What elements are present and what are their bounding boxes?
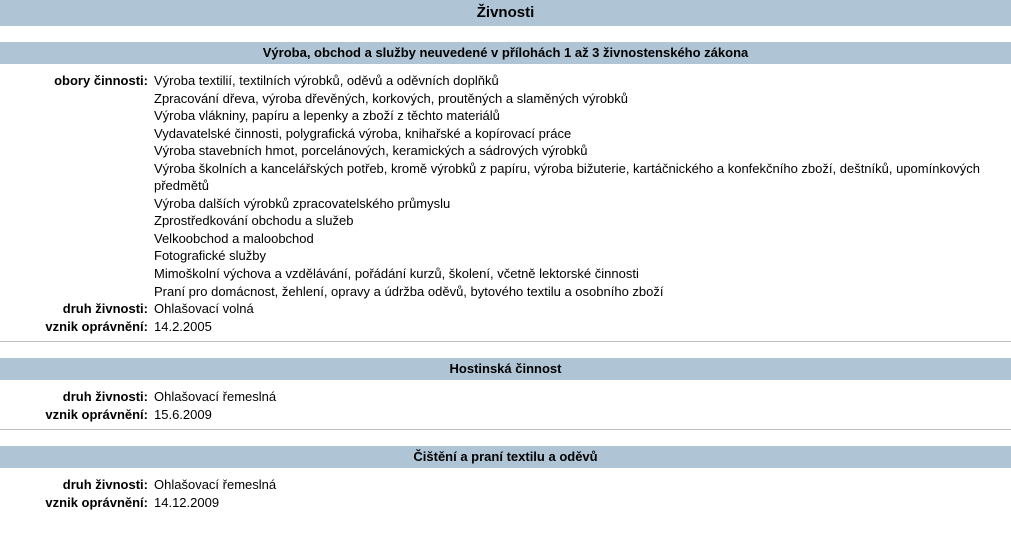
section-block: druh živnosti: Ohlašovací řemeslná vznik… — [0, 380, 1011, 430]
page-container: Živnosti Výroba, obchod a služby neuvede… — [0, 0, 1011, 517]
activity-item: Výroba stavebních hmot, porcelánových, k… — [154, 142, 1003, 160]
value-vznik: 15.6.2009 — [154, 406, 1011, 424]
spacer — [0, 430, 1011, 446]
value-druh: Ohlašovací volná — [154, 300, 1011, 318]
activity-item: Výroba vlákniny, papíru a lepenky a zbož… — [154, 107, 1003, 125]
activity-item: Fotografické služby — [154, 247, 1003, 265]
activity-item: Zpracování dřeva, výroba dřevěných, kork… — [154, 90, 1003, 108]
label-druh: druh živnosti: — [0, 300, 154, 318]
spacer — [0, 26, 1011, 42]
label-vznik: vznik oprávnění: — [0, 318, 154, 336]
section-block: obory činnosti: Výroba textilií, textiln… — [0, 64, 1011, 342]
activity-item: Mimoškolní výchova a vzdělávání, pořádán… — [154, 265, 1003, 283]
row-druh: druh živnosti: Ohlašovací volná — [0, 300, 1011, 318]
label-obory: obory činnosti: — [0, 72, 154, 90]
section-block: druh živnosti: Ohlašovací řemeslná vznik… — [0, 468, 1011, 517]
row-vznik: vznik oprávnění: 14.2.2005 — [0, 318, 1011, 336]
section-heading: Čištění a praní textilu a oděvů — [0, 446, 1011, 468]
activities-list: Výroba textilií, textilních výrobků, odě… — [154, 72, 1011, 300]
section-heading: Výroba, obchod a služby neuvedené v příl… — [0, 42, 1011, 64]
activity-item: Praní pro domácnost, žehlení, opravy a ú… — [154, 283, 1003, 301]
activity-item: Výroba dalších výrobků zpracovatelského … — [154, 195, 1003, 213]
row-vznik: vznik oprávnění: 15.6.2009 — [0, 406, 1011, 424]
value-druh: Ohlašovací řemeslná — [154, 388, 1011, 406]
row-druh: druh živnosti: Ohlašovací řemeslná — [0, 388, 1011, 406]
row-vznik: vznik oprávnění: 14.12.2009 — [0, 494, 1011, 512]
spacer — [0, 342, 1011, 358]
activity-item: Výroba školních a kancelářských potřeb, … — [154, 160, 1003, 195]
activity-item: Velkoobchod a maloobchod — [154, 230, 1003, 248]
label-druh: druh živnosti: — [0, 388, 154, 406]
activity-item: Vydavatelské činnosti, polygrafická výro… — [154, 125, 1003, 143]
value-vznik: 14.12.2009 — [154, 494, 1011, 512]
value-vznik: 14.2.2005 — [154, 318, 1011, 336]
value-druh: Ohlašovací řemeslná — [154, 476, 1011, 494]
activity-item: Výroba textilií, textilních výrobků, odě… — [154, 72, 1003, 90]
page-title: Živnosti — [0, 0, 1011, 26]
activity-item: Zprostředkování obchodu a služeb — [154, 212, 1003, 230]
section-heading: Hostinská činnost — [0, 358, 1011, 380]
label-vznik: vznik oprávnění: — [0, 406, 154, 424]
label-druh: druh živnosti: — [0, 476, 154, 494]
row-druh: druh živnosti: Ohlašovací řemeslná — [0, 476, 1011, 494]
row-activities: obory činnosti: Výroba textilií, textiln… — [0, 72, 1011, 300]
label-vznik: vznik oprávnění: — [0, 494, 154, 512]
